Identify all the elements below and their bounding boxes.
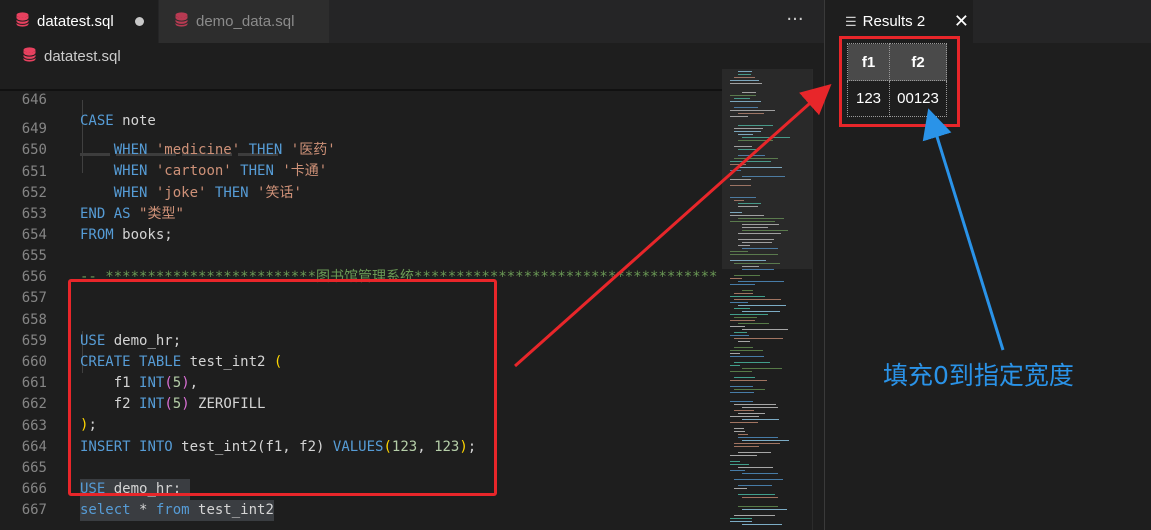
- annotation-text: 填充0到指定宽度: [883, 361, 1074, 390]
- red-arrow: [514, 84, 832, 368]
- annotation-arrows: [514, 84, 1005, 368]
- blue-arrow: [922, 108, 1005, 351]
